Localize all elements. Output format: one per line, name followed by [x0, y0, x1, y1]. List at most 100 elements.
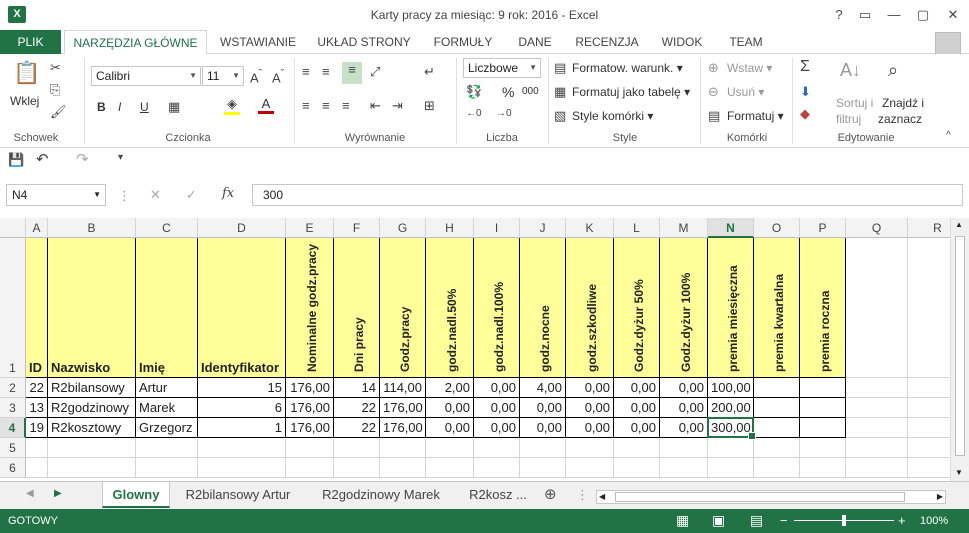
cell-C2[interactable]: Artur: [136, 378, 198, 398]
sort-filter-label-2[interactable]: filtruj: [836, 112, 861, 126]
cell-Q4[interactable]: [846, 418, 908, 438]
cell-G6[interactable]: [380, 458, 426, 478]
cell-I6[interactable]: [474, 458, 520, 478]
tab-home[interactable]: NARZĘDZIA GŁÓWNE: [64, 30, 207, 55]
cell-Q5[interactable]: [846, 438, 908, 458]
thousands-button[interactable]: 000: [522, 86, 539, 97]
cell-O6[interactable]: [754, 458, 800, 478]
cell-M3[interactable]: 0,00: [660, 398, 708, 418]
tab-file[interactable]: PLIK: [0, 30, 61, 54]
number-format-select[interactable]: Liczbowe ▼: [463, 58, 541, 78]
cell-A4[interactable]: 19: [26, 418, 48, 438]
drag-handle-icon[interactable]: ⋮: [118, 188, 131, 204]
cell-K2[interactable]: 0,00: [566, 378, 614, 398]
cell-E6[interactable]: [286, 458, 334, 478]
cell-D6[interactable]: [198, 458, 286, 478]
cell-F4[interactable]: 22: [334, 418, 380, 438]
scroll-up-icon[interactable]: ▲: [955, 220, 963, 229]
maximize-button[interactable]: ▢: [910, 4, 936, 26]
cell-P5[interactable]: [800, 438, 846, 458]
find-select-label-1[interactable]: Znajdź i: [882, 96, 924, 110]
cell-J6[interactable]: [520, 458, 566, 478]
tab-team[interactable]: TEAM: [718, 30, 774, 54]
normal-view-icon[interactable]: ▦: [676, 512, 689, 529]
formula-input[interactable]: 300: [252, 184, 963, 206]
delete-cells-icon[interactable]: ⊖: [708, 84, 719, 100]
tab-view[interactable]: WIDOK: [652, 30, 712, 54]
cell-O4[interactable]: [754, 418, 800, 438]
cell-N6[interactable]: [708, 458, 754, 478]
header-cell-C[interactable]: Imię: [136, 238, 198, 378]
cell-J3[interactable]: 0,00: [520, 398, 566, 418]
insert-cells-button[interactable]: Wstaw ▾: [727, 61, 772, 75]
decrease-indent-icon[interactable]: ⇤: [370, 98, 381, 114]
header-cell-A[interactable]: ID: [26, 238, 48, 378]
binoculars-icon[interactable]: ⌕: [888, 60, 898, 81]
column-header-N[interactable]: N: [708, 218, 754, 238]
decrease-decimal-icon[interactable]: →0: [496, 108, 512, 119]
tab-data[interactable]: DANE: [508, 30, 562, 54]
cell-I3[interactable]: 0,00: [474, 398, 520, 418]
sheet-tab-r2bilansowy[interactable]: R2bilansowy Artur: [172, 482, 304, 508]
row-header-4[interactable]: 4: [0, 418, 26, 438]
header-cell-F[interactable]: Dni pracy: [334, 238, 380, 378]
cell-G2[interactable]: 114,00: [380, 378, 426, 398]
conditional-format-button[interactable]: Formatow. warunk. ▾: [572, 61, 683, 75]
cell-L2[interactable]: 0,00: [614, 378, 660, 398]
cell-R4[interactable]: [908, 418, 950, 438]
add-sheet-icon[interactable]: ⊕: [544, 485, 557, 503]
cell-styles-icon[interactable]: ▧: [554, 108, 566, 124]
wrap-text-icon[interactable]: ↵: [424, 64, 435, 80]
column-header-I[interactable]: I: [474, 218, 520, 238]
font-family-select[interactable]: Calibri ▼: [91, 66, 201, 86]
cell-B2[interactable]: R2bilansowy: [48, 378, 136, 398]
column-header-Q[interactable]: Q: [846, 218, 908, 238]
sheet-tab-r2kosztowy[interactable]: R2kosz ...: [460, 482, 536, 508]
cell-styles-button[interactable]: Style komórki ▾: [572, 109, 653, 123]
format-table-icon[interactable]: ▦: [554, 84, 566, 100]
header-cell-B[interactable]: Nazwisko: [48, 238, 136, 378]
copy-icon[interactable]: ⎘: [50, 82, 60, 98]
scroll-right-icon[interactable]: ▶: [937, 491, 943, 503]
header-cell-K[interactable]: godz.szkodliwe: [566, 238, 614, 378]
sort-filter-label-1[interactable]: Sortuj i: [836, 96, 873, 110]
clear-icon[interactable]: ◆: [800, 106, 810, 122]
increase-decimal-icon[interactable]: ←0: [466, 108, 482, 119]
cell-K4[interactable]: 0,00: [566, 418, 614, 438]
cell-P2[interactable]: [800, 378, 846, 398]
page-break-view-icon[interactable]: ▤: [750, 512, 763, 529]
vertical-scrollbar[interactable]: ▲ ▼: [950, 218, 969, 481]
cell-C5[interactable]: [136, 438, 198, 458]
fill-color-icon[interactable]: ◈: [224, 96, 240, 115]
select-all-corner[interactable]: [0, 218, 26, 238]
align-middle-icon[interactable]: ≡: [322, 64, 330, 79]
cell-H6[interactable]: [426, 458, 474, 478]
cell-N5[interactable]: [708, 438, 754, 458]
merge-center-icon[interactable]: ⊞: [424, 98, 435, 114]
cell-J2[interactable]: 4,00: [520, 378, 566, 398]
row-header-3[interactable]: 3: [0, 398, 26, 418]
format-cells-icon[interactable]: ▤: [708, 108, 720, 124]
save-icon[interactable]: 💾: [8, 152, 24, 168]
cell-P4[interactable]: [800, 418, 846, 438]
cell-R6[interactable]: [908, 458, 950, 478]
sort-filter-icon[interactable]: A↓: [840, 60, 861, 81]
align-right-icon[interactable]: ≡: [342, 98, 350, 113]
fill-icon[interactable]: ⬇: [800, 84, 811, 100]
zoom-slider-handle[interactable]: [842, 515, 846, 526]
cell-J4[interactable]: 0,00: [520, 418, 566, 438]
tab-splitter-icon[interactable]: ⋮: [576, 487, 589, 503]
sheet-tab-r2godzinowy[interactable]: R2godzinowy Marek: [306, 482, 456, 508]
horizontal-scroll-thumb[interactable]: [615, 492, 905, 502]
cell-A3[interactable]: 13: [26, 398, 48, 418]
cell-H3[interactable]: 0,00: [426, 398, 474, 418]
column-header-C[interactable]: C: [136, 218, 198, 238]
cell-M4[interactable]: 0,00: [660, 418, 708, 438]
worksheet-grid[interactable]: A B C D E F G H I J K L M N O P Q R 1 2 3 4 5 6 ID Nazwisko Imię Id…: [0, 218, 950, 481]
header-cell-J[interactable]: godz.nocne: [520, 238, 566, 378]
increase-indent-icon[interactable]: ⇥: [392, 98, 403, 114]
tab-insert[interactable]: WSTAWIANIE: [210, 30, 306, 54]
cell-A6[interactable]: [26, 458, 48, 478]
scroll-left-icon[interactable]: ◀: [599, 491, 605, 503]
cell-B6[interactable]: [48, 458, 136, 478]
